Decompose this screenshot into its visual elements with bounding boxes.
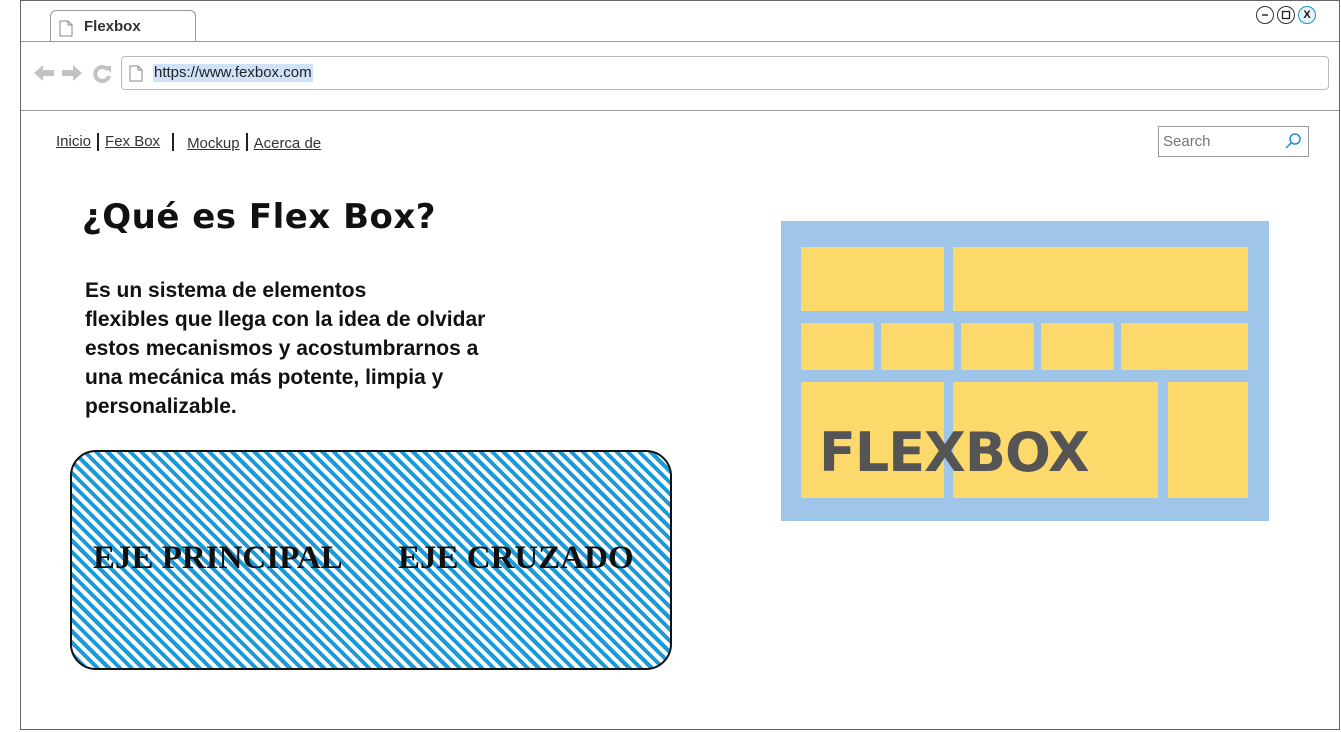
- figure-cell: [953, 247, 1248, 311]
- figure-cell: [961, 323, 1034, 370]
- axis-box: EJE PRINCIPAL EJE CRUZADO: [70, 450, 672, 670]
- figure-cell: [1041, 323, 1114, 370]
- search-icon[interactable]: [1284, 132, 1302, 155]
- intro-paragraph: Es un sistema de elementos flexibles que…: [85, 276, 565, 421]
- paragraph-line: Es un sistema de elementos: [85, 279, 367, 302]
- nav-link-mockup[interactable]: Mockup: [187, 135, 240, 152]
- page-title: ¿Qué es Flex Box?: [82, 197, 436, 237]
- flexbox-figure: FLEXBOX: [781, 221, 1269, 521]
- url-field[interactable]: https://www.fexbox.com: [121, 56, 1329, 90]
- main-axis-label: EJE PRINCIPAL: [93, 540, 343, 576]
- flexbox-figure-label: FLEXBOX: [819, 421, 1090, 484]
- figure-cell: [881, 323, 954, 370]
- nav-separator: [245, 132, 248, 151]
- close-button[interactable]: X: [1298, 6, 1316, 24]
- search-input[interactable]: [1159, 127, 1287, 156]
- close-icon: X: [1303, 8, 1311, 21]
- nav-separator: [97, 132, 100, 151]
- forward-arrow-icon[interactable]: [61, 64, 83, 87]
- maximize-button[interactable]: [1277, 6, 1295, 24]
- document-icon: [59, 20, 73, 42]
- paragraph-line: flexibles que llega con la idea de olvid…: [85, 308, 486, 331]
- reload-icon[interactable]: [92, 64, 112, 89]
- search-box: [1158, 126, 1309, 157]
- figure-cell: [801, 323, 874, 370]
- tab-title: Flexbox: [84, 18, 141, 35]
- nav-separator: [172, 132, 175, 151]
- figure-cell: [801, 247, 944, 311]
- figure-cell: [1121, 323, 1248, 370]
- address-bar: https://www.fexbox.com: [21, 42, 1339, 111]
- paragraph-line: una mecánica más potente, limpia y: [85, 366, 444, 389]
- url-text: https://www.fexbox.com: [153, 64, 313, 82]
- minimize-button[interactable]: [1256, 6, 1274, 24]
- paragraph-line: personalizable.: [85, 395, 237, 418]
- nav-link-inicio[interactable]: Inicio: [56, 133, 91, 150]
- browser-window: Flexbox X https://www.fexbox.com Inicio …: [20, 0, 1340, 730]
- nav-link-fex-box[interactable]: Fex Box: [105, 133, 160, 150]
- back-arrow-icon[interactable]: [33, 64, 55, 87]
- main-nav: Inicio Fex Box Mockup Acerca de: [56, 131, 321, 152]
- paragraph-line: estos mecanismos y acostumbrarnos a: [85, 337, 479, 360]
- document-icon: [129, 65, 143, 87]
- cross-axis-label: EJE CRUZADO: [398, 540, 634, 576]
- browser-tab[interactable]: Flexbox: [50, 10, 196, 41]
- tab-bar: Flexbox X: [21, 1, 1339, 42]
- figure-cell: [1168, 382, 1248, 498]
- nav-link-acerca-de[interactable]: Acerca de: [254, 135, 322, 152]
